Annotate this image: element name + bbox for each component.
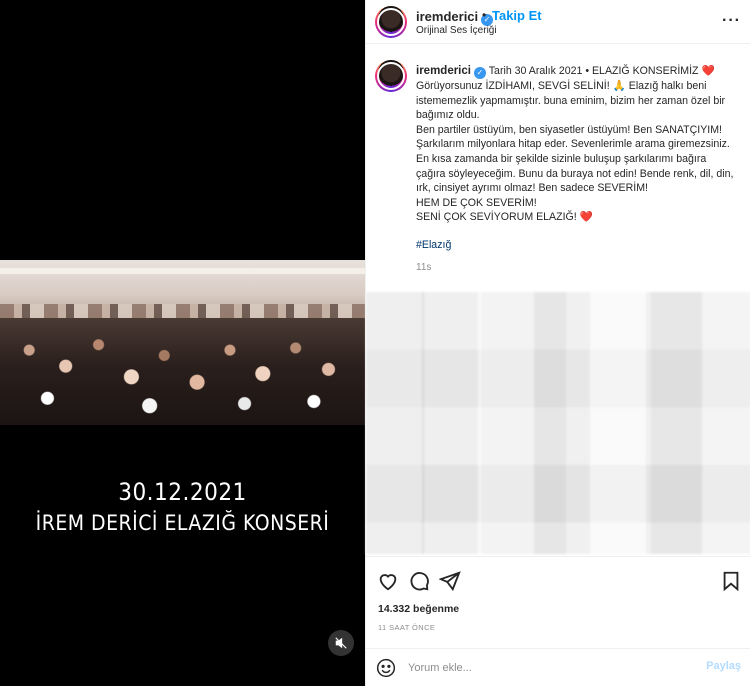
hashtag-link[interactable]: #Elazığ: [416, 238, 736, 253]
comment-bar: Paylaş: [366, 648, 750, 686]
bookmark-icon[interactable]: [720, 570, 742, 592]
post-header: iremderici ✓ • Takip Et Orijinal Ses İçer…: [366, 0, 750, 44]
more-options-icon[interactable]: ···: [722, 12, 741, 30]
action-bar: [366, 556, 750, 604]
post-timestamp: 11 SAAT ÖNCE: [378, 623, 436, 632]
comment-input[interactable]: [408, 658, 688, 678]
likes-count[interactable]: 14.332 beğenme: [378, 603, 459, 615]
follow-button[interactable]: Takip Et: [492, 8, 542, 23]
mute-button[interactable]: [328, 630, 354, 656]
speaker-muted-icon: [335, 637, 347, 649]
post-comment-button[interactable]: Paylaş: [706, 660, 741, 672]
caption-line: SENİ ÇOK SEVİYORUM ELAZIĞ! ❤️: [416, 211, 593, 224]
caption-line: Görüyorsunuz İZDİHAMI, SEVGİ SELİNİ! 🙏 E…: [416, 80, 726, 122]
emoji-icon[interactable]: [376, 658, 396, 678]
avatar[interactable]: [375, 6, 407, 38]
video-date-overlay: 30.12.2021: [118, 478, 247, 506]
comment-icon[interactable]: [408, 570, 430, 592]
post-info-panel: iremderici ✓ • Takip Et Orijinal Ses İçer…: [365, 0, 750, 686]
caption-line: Ben partiler üstüyüm, ben siyasetler üst…: [416, 123, 734, 195]
post-video[interactable]: 30.12.2021 İREM DERİCİ ELAZIĞ KONSERİ: [0, 0, 365, 686]
verified-badge-icon: ✓: [473, 67, 486, 79]
share-icon[interactable]: [439, 570, 461, 592]
concert-crowd-image: [0, 260, 365, 425]
caption-text: iremderici ✓ Tarih 30 Aralık 2021 • ELAZI…: [416, 64, 736, 275]
caption-line: HEM DE ÇOK SEVERİM!: [416, 196, 537, 209]
separator-dot: •: [482, 8, 487, 22]
caption-avatar[interactable]: [375, 60, 407, 92]
blurred-comments: [366, 292, 750, 554]
audio-label[interactable]: Orijinal Ses İçeriği: [416, 25, 497, 36]
heart-icon[interactable]: [377, 570, 399, 592]
caption-timestamp[interactable]: 11s: [416, 261, 736, 276]
caption-username[interactable]: iremderici ✓: [416, 65, 486, 79]
caption-line: Tarih 30 Aralık 2021 • ELAZIĞ KONSERİMİZ…: [488, 65, 715, 77]
video-title-overlay: İREM DERİCİ ELAZIĞ KONSERİ: [35, 511, 330, 535]
